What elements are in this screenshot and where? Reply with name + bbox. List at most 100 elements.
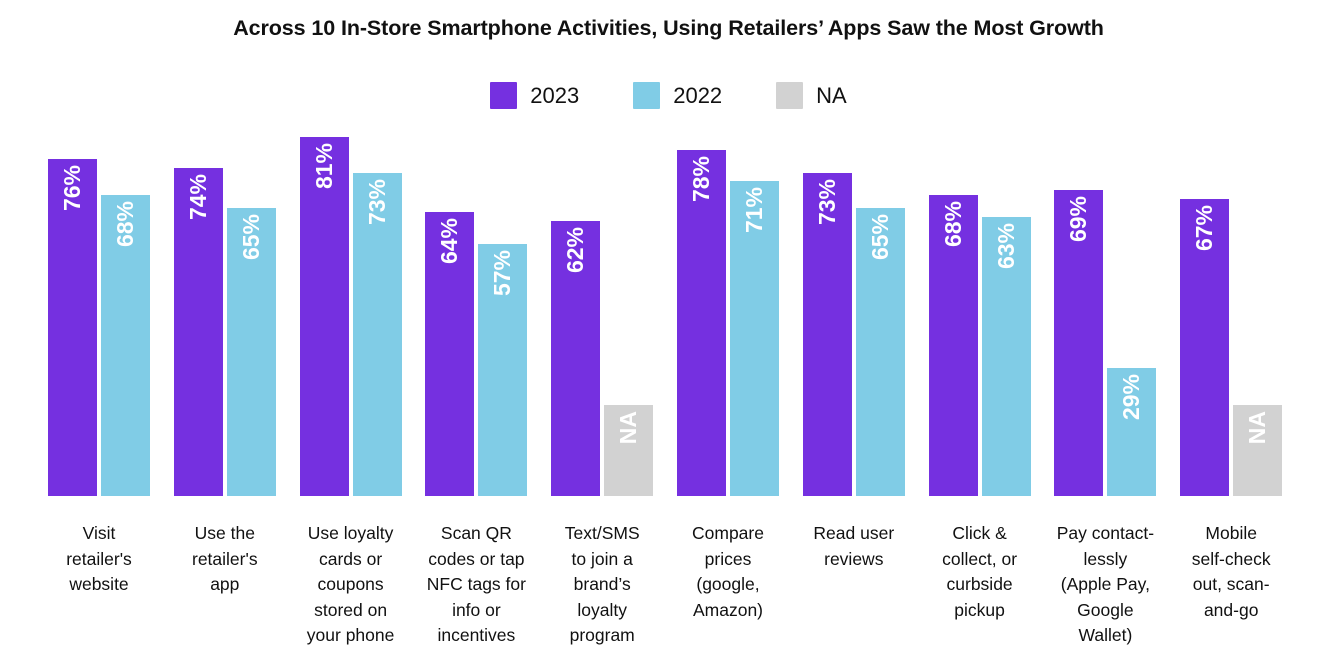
category-label-line: codes or tap	[428, 548, 525, 569]
bar-group: 74% 65%	[173, 96, 276, 496]
category-label: Click & collect, or curbside pickup	[921, 521, 1039, 623]
bar-value-label: 73%	[363, 178, 390, 225]
category-label: Read user reviews	[795, 521, 913, 572]
category-label-line: Wallet)	[1078, 625, 1133, 645]
plot-area: 76% 68% Visit retailer's website 74% 65% Use th…	[0, 0, 1337, 662]
bar-2023[interactable]: 76%	[48, 159, 97, 496]
bar-value-container: 62%	[551, 227, 600, 339]
category-label-line: stored on	[314, 599, 388, 620]
bar-value-label: 29%	[1118, 373, 1145, 420]
bar-group: 73% 65%	[802, 96, 905, 496]
category-label-line: (google,	[696, 574, 760, 594]
bar-value-container: 65%	[227, 214, 276, 326]
category-label-line: Google	[1077, 599, 1134, 620]
bar-value-label: 64%	[436, 218, 463, 265]
bar-value-container: 67%	[1180, 205, 1229, 317]
category-label-line: coupons	[317, 574, 384, 594]
bar-group: 62% NA	[551, 96, 654, 496]
category-label-line: collect, or	[942, 548, 1018, 569]
bar-value-label: 67%	[1191, 205, 1218, 252]
bar-2022[interactable]: 57%	[478, 243, 528, 496]
category-label: Use loyalty cards or coupons stored on your …	[292, 521, 410, 649]
category-label-line: prices	[704, 548, 752, 569]
bar-2023[interactable]: 62%	[551, 221, 601, 496]
bar-value-label: NA	[615, 411, 642, 445]
category-label-line: retailer's	[66, 548, 132, 569]
category-label: Visit retailer's website	[40, 521, 158, 598]
bar-2022[interactable]: 68%	[101, 194, 150, 496]
bar-2023[interactable]: 81%	[299, 137, 349, 496]
category-label-line: Mobile	[1205, 523, 1257, 543]
category-label-line: Text/SMS	[564, 523, 640, 543]
bar-2023[interactable]: 68%	[928, 194, 978, 496]
bar-value-container: 74%	[174, 174, 223, 286]
bar-2023[interactable]: 67%	[1180, 199, 1230, 496]
bar-value-container: 63%	[982, 223, 1031, 335]
category-label-line: Use loyalty	[307, 523, 394, 543]
bar-value-label: 68%	[939, 200, 966, 247]
bar-value-label: 65%	[866, 214, 893, 261]
bar-value-container: 73%	[803, 179, 852, 291]
bar-value-label: 68%	[112, 200, 138, 247]
bar-group: 68% 63%	[928, 96, 1031, 496]
bar-group: 81% 73%	[299, 96, 402, 496]
category-label-line: (Apple Pay,	[1060, 574, 1150, 594]
bar-value-container: 29%	[1107, 374, 1156, 486]
bar-2022[interactable]: 73%	[352, 172, 402, 496]
category-label-line: cards or	[318, 548, 383, 569]
bar-value-container: 71%	[730, 187, 779, 299]
bar-value-container: 68%	[929, 201, 978, 313]
category-label: Text/SMS to join a brand’s loyalty program	[543, 521, 661, 649]
bar-na[interactable]: NA	[604, 405, 654, 496]
bar-value-container: 73%	[353, 179, 402, 291]
bar-value-container: 65%	[856, 214, 905, 326]
category-label: Compare prices (google, Amazon)	[669, 521, 787, 623]
category-label-line: NFC tags for	[426, 574, 526, 594]
bar-value-label: NA	[1244, 411, 1271, 445]
bar-value-label: 57%	[489, 249, 516, 296]
bar-value-container: 69%	[1054, 196, 1103, 308]
bar-na[interactable]: NA	[1233, 405, 1283, 496]
bar-value-container: 64%	[425, 218, 474, 330]
category-label-line: Visit	[82, 523, 116, 543]
bar-2023[interactable]: 78%	[677, 150, 726, 496]
category-label: Mobile self-check out, scan-and-go	[1172, 521, 1290, 623]
bar-value-container: 68%	[101, 201, 150, 313]
category-label-line: and-go	[1203, 599, 1259, 620]
category-label-line: self-check	[1191, 548, 1271, 569]
category-label-line: app	[210, 574, 240, 594]
bar-group: 64% 57%	[425, 96, 528, 496]
bar-group: 69% 29%	[1054, 96, 1157, 496]
bar-value-container: 81%	[300, 143, 349, 255]
category-label-line: Use the	[194, 523, 255, 543]
bar-value-label: 62%	[562, 227, 589, 274]
bar-2022[interactable]: 29%	[1107, 367, 1157, 496]
bar-2022[interactable]: 65%	[855, 208, 905, 496]
bar-2022[interactable]: 63%	[981, 216, 1031, 496]
bar-group: 78% 71%	[677, 96, 779, 496]
category-label-line: lessly	[1083, 548, 1128, 569]
bar-2022[interactable]: 71%	[730, 181, 779, 496]
bar-2023[interactable]: 64%	[425, 212, 475, 496]
bar-value-container: 76%	[48, 165, 97, 277]
bar-value-label: 71%	[741, 187, 767, 234]
category-label-line: website	[69, 574, 129, 594]
category-label-line: Click &	[952, 523, 1007, 543]
bar-value-label: 69%	[1065, 196, 1092, 243]
bar-2023[interactable]: 73%	[802, 172, 852, 496]
category-label-line: Pay contact-	[1056, 523, 1155, 543]
category-label: Scan QR codes or tap NFC tags for info or in…	[417, 521, 535, 649]
bar-2023[interactable]: 69%	[1054, 190, 1104, 496]
bar-2022[interactable]: 65%	[226, 208, 276, 496]
bar-value-label: 74%	[184, 174, 211, 221]
bar-value-container: NA	[604, 411, 653, 496]
bar-group: 67% NA	[1180, 96, 1283, 496]
category-label-line: Compare	[692, 523, 764, 543]
category-label-line: out, scan-	[1192, 574, 1270, 594]
category-label: Pay contact-lessly (Apple Pay, Google Walle…	[1046, 521, 1164, 649]
bar-value-container: 57%	[478, 250, 527, 362]
category-label-line: Amazon)	[692, 599, 764, 620]
category-label-line: reviews	[824, 548, 884, 569]
category-label-line: retailer's	[192, 548, 258, 569]
bar-2023[interactable]: 74%	[173, 168, 223, 496]
